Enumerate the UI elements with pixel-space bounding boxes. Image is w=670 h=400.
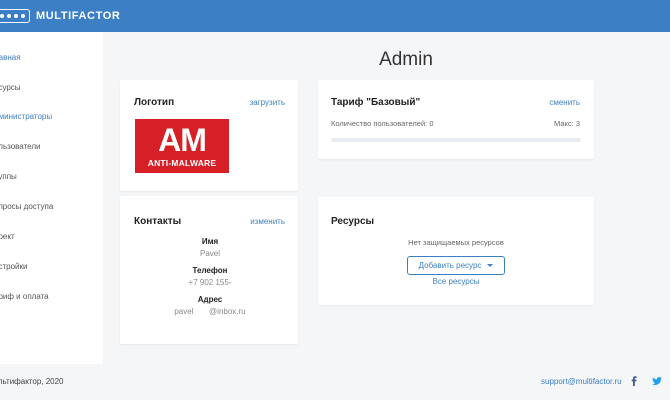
users-max-text: Макс: 3 (554, 119, 580, 128)
resources-card: Ресурсы Нет защищаемых ресурсов Добавить… (318, 197, 594, 305)
sidebar-item-users[interactable]: ользователи (0, 142, 40, 151)
sidebar-item-project[interactable]: роект (0, 232, 15, 241)
change-tariff-link[interactable]: сменить (549, 98, 580, 107)
edit-contacts-link[interactable]: изменить (250, 217, 285, 226)
sidebar-item-administrators[interactable]: дминистраторы (0, 112, 52, 121)
tariff-card-title: Тариф "Базовый" (331, 97, 421, 108)
contacts-card: Контакты изменить Имя Pavel Телефон +7 9… (120, 196, 298, 344)
logo-dots-icon (0, 9, 30, 23)
name-label: Имя (201, 237, 219, 246)
logo-caption: ANTI-MALWARE (147, 158, 217, 168)
no-resources-text: Нет защищаемых ресурсов (408, 238, 504, 247)
footer-copyright: ультифактор, 2020 (0, 377, 64, 386)
page-title: Admin (379, 49, 433, 70)
name-value: Pavel (199, 249, 220, 258)
address-label: Адрес (197, 295, 223, 304)
brand-name: MULTIFACTOR (36, 10, 121, 22)
brand-logo[interactable]: MULTIFACTOR (0, 8, 120, 24)
tariff-card: Тариф "Базовый" сменить Количество польз… (318, 80, 594, 159)
address-value: pavel @inbox.ru (174, 307, 246, 316)
logo-letters: AM (158, 122, 207, 158)
sidebar: лавная есурсы дминистраторы ользователи … (0, 32, 103, 364)
logo-card: Логотип загрузить AM ANTI-MALWARE (120, 80, 298, 191)
logo-card-title: Логотип (134, 97, 175, 108)
users-count-text: Количество пользователей: 0 (331, 119, 434, 128)
sidebar-item-resources[interactable]: есурсы (0, 83, 21, 92)
sidebar-item-home[interactable]: лавная (0, 53, 21, 62)
users-progress-bar (331, 138, 581, 142)
sidebar-item-groups[interactable]: руппы (0, 172, 17, 181)
support-email-link[interactable]: support@multifactor.ru (541, 377, 622, 386)
facebook-icon[interactable] (629, 376, 639, 386)
contacts-card-title: Контакты (134, 216, 182, 227)
add-resource-button[interactable]: Добавить ресурс (407, 256, 505, 275)
phone-value: +7 902 155- (188, 278, 232, 287)
upload-logo-link[interactable]: загрузить (250, 98, 285, 107)
resources-card-title: Ресурсы (331, 216, 375, 227)
sidebar-item-access-requests[interactable]: апросы доступа (0, 202, 53, 211)
company-logo-image: AM ANTI-MALWARE (135, 119, 229, 173)
chevron-down-icon (487, 264, 494, 267)
add-resource-label: Добавить ресурс (418, 261, 482, 270)
all-resources-link[interactable]: Все ресурсы (318, 277, 594, 286)
phone-label: Телефон (192, 266, 228, 275)
top-bar: MULTIFACTOR (0, 0, 670, 32)
sidebar-item-billing[interactable]: ариф и оплата (0, 292, 49, 301)
twitter-icon[interactable] (652, 376, 662, 386)
sidebar-item-settings[interactable]: астройки (0, 262, 27, 271)
